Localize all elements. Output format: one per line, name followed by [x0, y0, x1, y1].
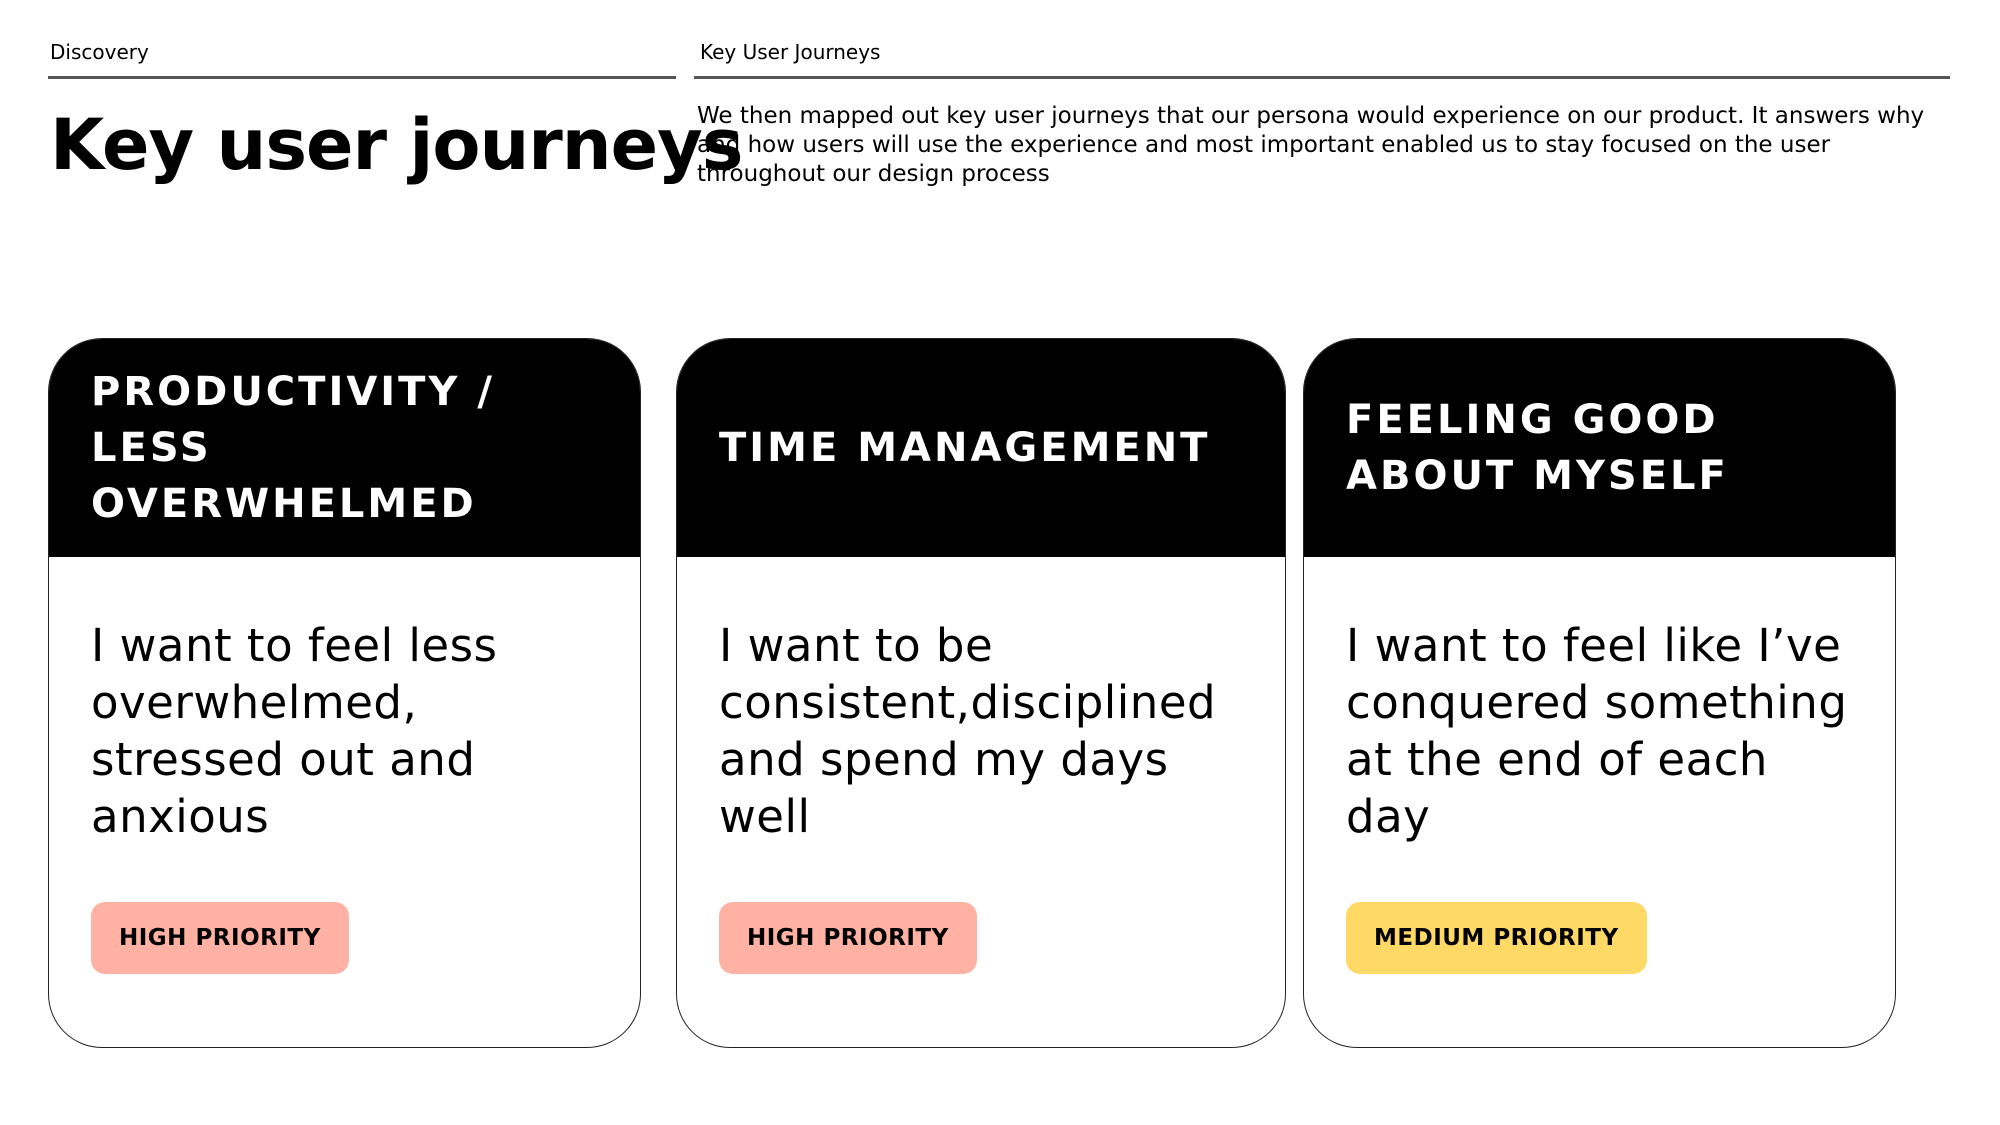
card-header: TIME MANAGEMENT [677, 339, 1285, 557]
card-title: FEELING GOOD ABOUT MYSELF [1346, 397, 1729, 499]
card-statement: I want to be consistent,disciplined and … [719, 619, 1217, 843]
card-body: I want to be consistent,disciplined and … [677, 557, 1285, 974]
section-label-discovery: Discovery [50, 40, 149, 64]
card-statement: I want to feel like I’ve conquered somet… [1346, 619, 1848, 843]
card-body: I want to feel less overwhelmed, stresse… [49, 557, 640, 974]
card-body: I want to feel like I’ve conquered somet… [1304, 557, 1895, 974]
journey-card-time-management: TIME MANAGEMENT I want to be consistent,… [676, 338, 1286, 1048]
intro-paragraph: We then mapped out key user journeys tha… [697, 103, 1925, 187]
priority-badge-high: HIGH PRIORITY [91, 902, 349, 974]
divider-right [694, 76, 1950, 79]
card-header: FEELING GOOD ABOUT MYSELF [1304, 339, 1895, 557]
priority-badge-high: HIGH PRIORITY [719, 902, 977, 974]
page-title: Key user journeys [50, 104, 743, 186]
card-header: PRODUCTIVITY / LESS OVERWHELMED [49, 339, 640, 557]
journey-card-productivity: PRODUCTIVITY / LESS OVERWHELMED I want t… [48, 338, 641, 1048]
card-title: TIME MANAGEMENT [719, 425, 1211, 471]
journey-card-feeling-good: FEELING GOOD ABOUT MYSELF I want to feel… [1303, 338, 1896, 1048]
section-label-key-user-journeys: Key User Journeys [700, 40, 881, 64]
card-statement: I want to feel less overwhelmed, stresse… [91, 619, 498, 843]
priority-badge-medium: MEDIUM PRIORITY [1346, 902, 1647, 974]
card-title: PRODUCTIVITY / LESS OVERWHELMED [91, 369, 495, 527]
divider-left [48, 76, 676, 79]
